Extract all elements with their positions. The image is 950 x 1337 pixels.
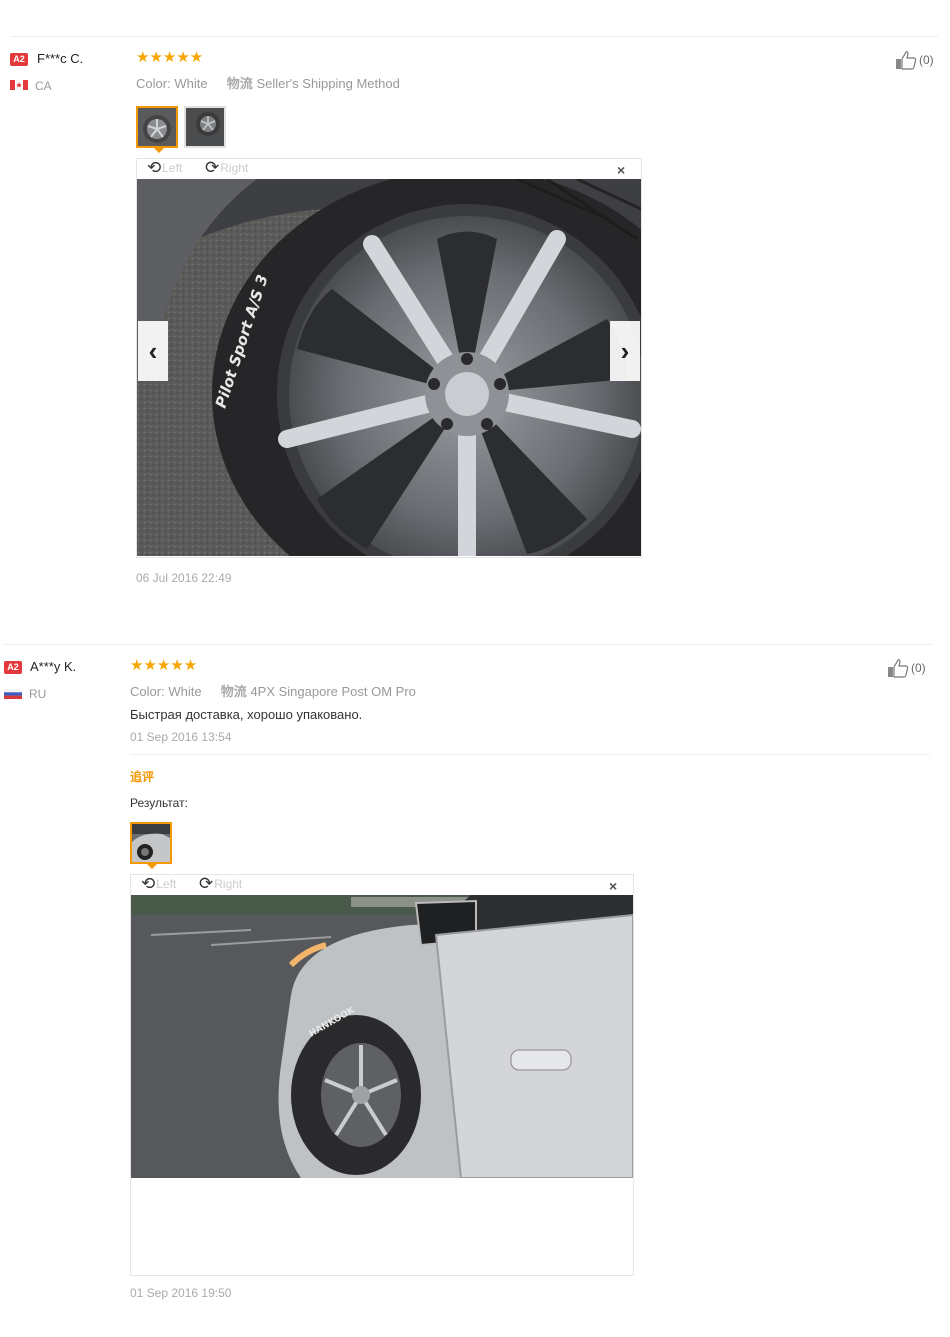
photo-viewer: ⟲ Left ⟳ Right × [136, 158, 642, 558]
rotate-right-icon: ⟳ [199, 874, 214, 893]
color-value: White [174, 76, 208, 91]
color-label: Color: [136, 76, 171, 91]
rotate-left-button[interactable]: ⟲ Left [147, 158, 183, 177]
logistics-icon: 物流 [226, 76, 253, 91]
canada-flag-icon [10, 80, 28, 90]
rating-stars: ★★★★★ [130, 657, 198, 674]
viewer-toolbar: ⟲ Left ⟳ Right × [131, 875, 633, 895]
russia-flag-icon [4, 689, 22, 699]
rotate-right-button[interactable]: ⟳ Right [199, 874, 243, 893]
shipping-method: Seller's Shipping Method [256, 76, 400, 91]
close-viewer-button[interactable]: × [609, 878, 617, 894]
order-info: Color: White 物流 4PX Singapore Post OM Pr… [130, 681, 416, 700]
rating-stars: ★★★★★ [136, 49, 204, 66]
wheel-thumb-image [186, 108, 224, 146]
review-photo-thumb[interactable] [130, 822, 172, 864]
active-thumb-indicator [154, 148, 164, 153]
next-photo-button[interactable]: › [610, 321, 640, 381]
thumbs-up-icon [888, 659, 909, 678]
reviewer-country: RU [29, 687, 47, 701]
car-photo-image: HANKOOK [131, 895, 633, 1178]
review-photo-car: HANKOOK [131, 895, 633, 1178]
rotate-left-label: Left [162, 161, 183, 175]
followup-label: 追评 [130, 770, 155, 784]
reviewer-name: A***y K. [30, 659, 77, 674]
prev-photo-button[interactable]: ‹ [138, 321, 168, 381]
viewer-toolbar: ⟲ Left ⟳ Right × [137, 159, 641, 179]
review-date: 06 Jul 2016 22:49 [136, 571, 232, 585]
color-label: Color: [130, 684, 165, 699]
reviewer-country: CA [35, 79, 52, 93]
close-viewer-button[interactable]: × [617, 162, 625, 178]
review-divider-top [10, 36, 938, 37]
rotate-right-icon: ⟳ [205, 158, 220, 177]
review-date: 01 Sep 2016 13:54 [130, 730, 232, 744]
helpful-count: (0) [919, 53, 934, 67]
photo-viewer: ⟲ Left ⟳ Right × [130, 874, 634, 1276]
rotate-right-button[interactable]: ⟳ Right [205, 158, 249, 177]
rotate-left-icon: ⟲ [147, 158, 162, 177]
reviewer-name: F***c C. [37, 51, 84, 66]
followup-divider [130, 754, 930, 755]
active-thumb-indicator [147, 864, 157, 869]
followup-date: 01 Sep 2016 19:50 [130, 1286, 232, 1300]
helpful-button[interactable]: (0) [887, 658, 926, 678]
thumbs-up-icon [896, 51, 917, 70]
review-photo-wheel: Pilot Sport A/S 3 [137, 179, 641, 556]
wheel-photo-image: Pilot Sport A/S 3 [137, 179, 641, 556]
rotate-left-icon: ⟲ [141, 874, 156, 893]
buyer-level-badge: A2 [4, 661, 22, 674]
review-divider [4, 644, 932, 645]
review-photo-thumb[interactable] [184, 106, 226, 148]
order-info: Color: White 物流 Seller's Shipping Method [136, 73, 400, 92]
color-value: White [168, 684, 202, 699]
helpful-button[interactable]: (0) [895, 50, 934, 70]
review-text: Быстрая доставка, хорошо упаковано. [130, 707, 363, 722]
rotate-right-label: Right [214, 877, 243, 891]
car-thumb-image [132, 824, 170, 862]
review-photo-thumb[interactable] [136, 106, 178, 148]
shipping-method: 4PX Singapore Post OM Pro [250, 684, 416, 699]
rotate-right-label: Right [220, 161, 249, 175]
result-label: Результат: [130, 796, 188, 810]
helpful-count: (0) [911, 661, 926, 675]
rotate-left-button[interactable]: ⟲ Left [141, 874, 177, 893]
buyer-level-badge: A2 [10, 53, 28, 66]
wheel-thumb-image [138, 108, 176, 146]
rotate-left-label: Left [156, 877, 177, 891]
logistics-icon: 物流 [220, 684, 247, 699]
